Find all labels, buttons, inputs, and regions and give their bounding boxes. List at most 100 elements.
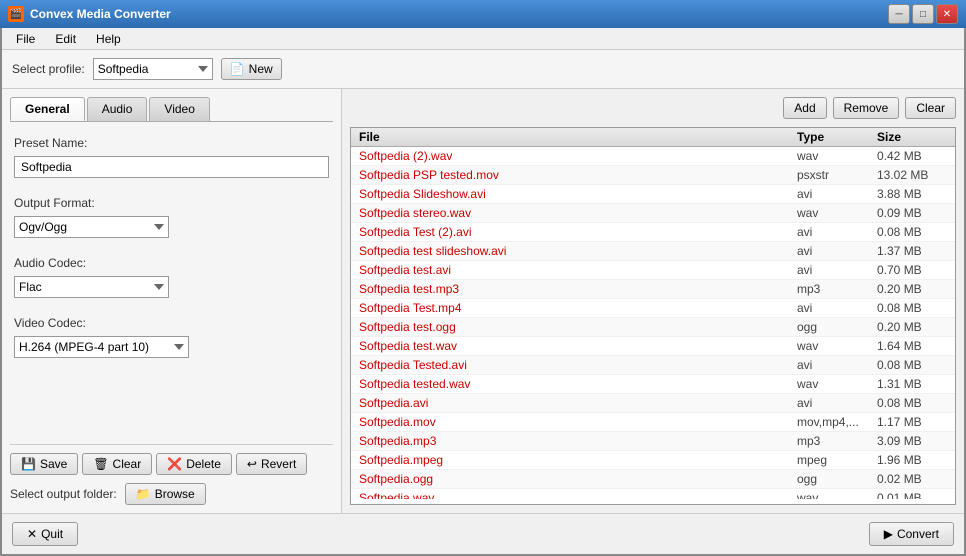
table-row[interactable]: Softpedia.avi avi 0.08 MB [351, 394, 955, 413]
menu-edit[interactable]: Edit [45, 30, 86, 48]
file-name-cell: Softpedia test slideshow.avi [359, 244, 797, 258]
quit-button[interactable]: ✕ Quit [12, 522, 78, 546]
file-list-header: File Type Size [351, 128, 955, 147]
file-size-cell: 1.96 MB [877, 453, 947, 467]
preset-name-input[interactable] [14, 156, 329, 178]
file-size-cell: 1.37 MB [877, 244, 947, 258]
tab-audio[interactable]: Audio [87, 97, 148, 121]
delete-button[interactable]: ❌ Delete [156, 453, 232, 475]
table-row[interactable]: Softpedia test.wav wav 1.64 MB [351, 337, 955, 356]
video-codec-group: Video Codec: H.264 (MPEG-4 part 10) H.26… [14, 316, 329, 358]
file-type-cell: mov,mp4,... [797, 415, 877, 429]
file-name-cell: Softpedia Test (2).avi [359, 225, 797, 239]
table-row[interactable]: Softpedia.mov mov,mp4,... 1.17 MB [351, 413, 955, 432]
file-name-cell: Softpedia.wav [359, 491, 797, 499]
convert-button[interactable]: ▶ Convert [869, 522, 954, 546]
output-format-group: Output Format: Ogv/Ogg MP4 AVI [14, 196, 329, 238]
menu-file[interactable]: File [6, 30, 45, 48]
table-row[interactable]: Softpedia.mpeg mpeg 1.96 MB [351, 451, 955, 470]
new-button[interactable]: 📄 New [221, 58, 282, 80]
file-name-cell: Softpedia (2).wav [359, 149, 797, 163]
remove-button[interactable]: Remove [833, 97, 900, 119]
maximize-button[interactable]: □ [912, 4, 934, 24]
output-folder-label: Select output folder: [10, 487, 117, 501]
preset-name-label: Preset Name: [14, 136, 329, 150]
file-name-cell: Softpedia Slideshow.avi [359, 187, 797, 201]
file-name-cell: Softpedia tested.wav [359, 377, 797, 391]
table-row[interactable]: Softpedia stereo.wav wav 0.09 MB [351, 204, 955, 223]
col-file: File [359, 130, 797, 144]
convert-icon: ▶ [884, 527, 893, 541]
video-codec-select[interactable]: H.264 (MPEG-4 part 10) H.265 MPEG-4 [14, 336, 189, 358]
file-size-cell: 0.09 MB [877, 206, 947, 220]
output-format-select[interactable]: Ogv/Ogg MP4 AVI [14, 216, 169, 238]
file-size-cell: 0.08 MB [877, 301, 947, 315]
file-list: File Type Size Softpedia (2).wav wav 0.4… [350, 127, 956, 505]
file-name-cell: Softpedia test.mp3 [359, 282, 797, 296]
clear-button[interactable]: 🗑 Clear [82, 453, 152, 475]
tab-general[interactable]: General [10, 97, 85, 121]
save-icon: 💾 [21, 457, 36, 471]
save-button[interactable]: 💾 Save [10, 453, 78, 475]
file-size-cell: 3.88 MB [877, 187, 947, 201]
file-type-cell: avi [797, 301, 877, 315]
table-row[interactable]: Softpedia Tested.avi avi 0.08 MB [351, 356, 955, 375]
minimize-button[interactable]: ─ [888, 4, 910, 24]
output-format-label: Output Format: [14, 196, 329, 210]
file-size-cell: 0.08 MB [877, 358, 947, 372]
table-row[interactable]: Softpedia Slideshow.avi avi 3.88 MB [351, 185, 955, 204]
add-button[interactable]: Add [783, 97, 826, 119]
profile-select[interactable]: Softpedia [93, 58, 213, 80]
app-icon: 🎬 [8, 6, 24, 22]
tab-video[interactable]: Video [149, 97, 209, 121]
close-button[interactable]: ✕ [936, 4, 958, 24]
output-folder-row: Select output folder: 📁 Browse [10, 483, 333, 505]
file-size-cell: 0.70 MB [877, 263, 947, 277]
menu-help[interactable]: Help [86, 30, 131, 48]
file-list-body: Softpedia (2).wav wav 0.42 MB Softpedia … [351, 147, 955, 499]
table-row[interactable]: Softpedia Test (2).avi avi 0.08 MB [351, 223, 955, 242]
table-row[interactable]: Softpedia test.mp3 mp3 0.20 MB [351, 280, 955, 299]
delete-icon: ❌ [167, 457, 182, 471]
file-name-cell: Softpedia PSP tested.mov [359, 168, 797, 182]
video-codec-label: Video Codec: [14, 316, 329, 330]
form-section: Preset Name: Output Format: Ogv/Ogg MP4 … [10, 132, 333, 444]
table-row[interactable]: Softpedia tested.wav wav 1.31 MB [351, 375, 955, 394]
table-row[interactable]: Softpedia test slideshow.avi avi 1.37 MB [351, 242, 955, 261]
file-name-cell: Softpedia test.ogg [359, 320, 797, 334]
preset-name-group: Preset Name: [14, 136, 329, 178]
file-size-cell: 0.08 MB [877, 225, 947, 239]
table-row[interactable]: Softpedia.mp3 mp3 3.09 MB [351, 432, 955, 451]
file-type-cell: avi [797, 396, 877, 410]
file-type-cell: wav [797, 206, 877, 220]
file-name-cell: Softpedia.mpeg [359, 453, 797, 467]
content-area: General Audio Video Preset Name: Output … [2, 89, 964, 513]
browse-button[interactable]: 📁 Browse [125, 483, 206, 505]
audio-codec-select[interactable]: Flac MP3 AAC [14, 276, 169, 298]
file-type-cell: avi [797, 263, 877, 277]
file-type-cell: ogg [797, 320, 877, 334]
main-window: File Edit Help Select profile: Softpedia… [0, 28, 966, 556]
file-type-cell: wav [797, 491, 877, 499]
table-row[interactable]: Softpedia.ogg ogg 0.02 MB [351, 470, 955, 489]
revert-button[interactable]: ↩ Revert [236, 453, 307, 475]
select-profile-label: Select profile: [12, 62, 85, 76]
file-name-cell: Softpedia.mov [359, 415, 797, 429]
title-bar: 🎬 Convex Media Converter ─ □ ✕ [0, 0, 966, 28]
quit-icon: ✕ [27, 527, 37, 541]
file-type-cell: mp3 [797, 434, 877, 448]
file-type-cell: avi [797, 358, 877, 372]
clear-icon: 🗑 [93, 457, 108, 471]
table-row[interactable]: Softpedia PSP tested.mov psxstr 13.02 MB [351, 166, 955, 185]
file-size-cell: 3.09 MB [877, 434, 947, 448]
file-size-cell: 0.02 MB [877, 472, 947, 486]
table-row[interactable]: Softpedia Test.mp4 avi 0.08 MB [351, 299, 955, 318]
right-panel: Add Remove Clear File Type Size [342, 89, 964, 513]
table-row[interactable]: Softpedia test.ogg ogg 0.20 MB [351, 318, 955, 337]
table-row[interactable]: Softpedia (2).wav wav 0.42 MB [351, 147, 955, 166]
file-type-cell: mpeg [797, 453, 877, 467]
right-clear-button[interactable]: Clear [905, 97, 956, 119]
table-row[interactable]: Softpedia.wav wav 0.01 MB [351, 489, 955, 499]
table-row[interactable]: Softpedia test.avi avi 0.70 MB [351, 261, 955, 280]
file-type-cell: wav [797, 149, 877, 163]
